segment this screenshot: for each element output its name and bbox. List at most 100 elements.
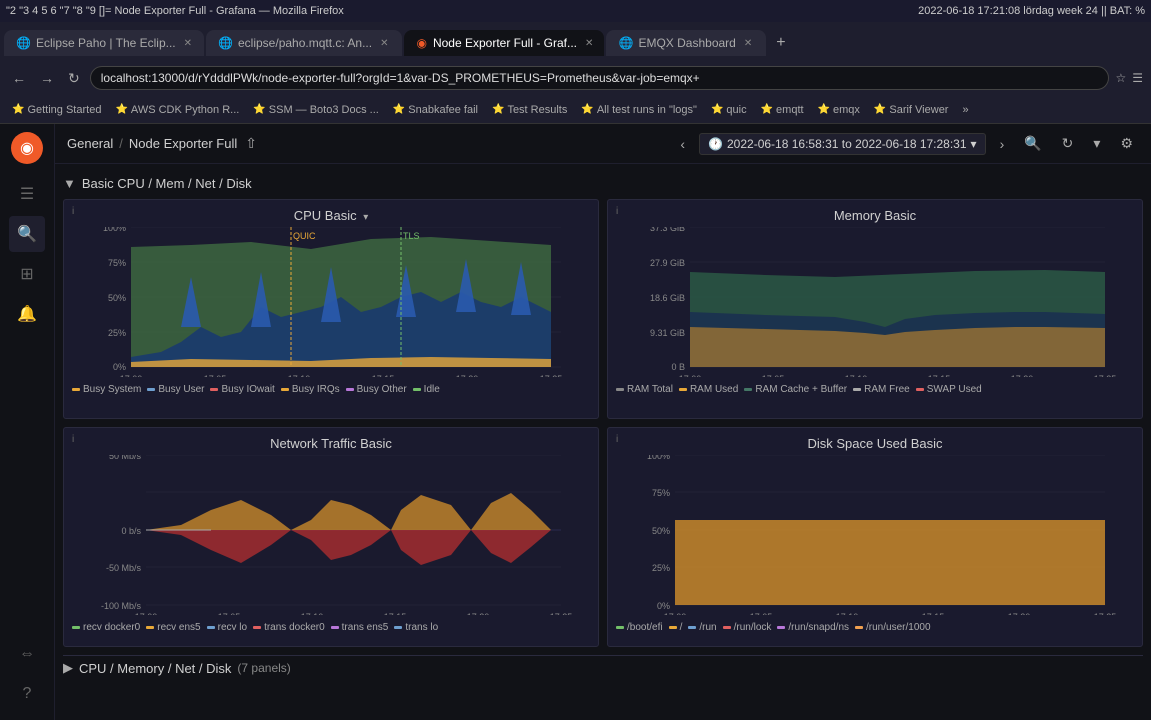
os-bar: "2 "3 4 5 6 "7 "8 "9 []= Node Exporter F… <box>0 0 1151 22</box>
bookmark-quic[interactable]: ⭐ quic <box>705 102 753 118</box>
tab-eclipse-close[interactable]: ✕ <box>182 38 194 49</box>
svg-text:QUIC: QUIC <box>293 231 316 241</box>
nav-prev-button[interactable]: ‹ <box>674 132 691 156</box>
legend-dot-busy-system <box>72 388 80 391</box>
time-range-value: 2022-06-18 16:58:31 to 2022-06-18 17:28:… <box>727 137 967 151</box>
bookmark-icon-9: ⭐ <box>874 104 886 115</box>
tab-emqx[interactable]: 🌐 EMQX Dashboard ✕ <box>606 30 766 56</box>
browser-menu-icon[interactable]: ☰ <box>1132 71 1143 85</box>
svg-text:17:15: 17:15 <box>372 374 395 377</box>
tab-grafana[interactable]: ◉ Node Exporter Full - Graf... ✕ <box>404 30 604 56</box>
bookmark-test-results[interactable]: ⭐ Test Results <box>486 102 573 118</box>
legend-dot-trans-docker0 <box>253 626 261 629</box>
zoom-out-button[interactable]: 🔍 <box>1018 131 1047 156</box>
panel-disk-space: i Disk Space Used Basic 100% 75% <box>607 427 1143 647</box>
section-footer-panels-count: (7 panels) <box>237 661 290 675</box>
legend-swap-used: SWAP Used <box>916 384 982 395</box>
url-input[interactable] <box>90 66 1110 90</box>
panel-cpu-dropdown-icon[interactable]: ▾ <box>363 212 368 223</box>
grafana-main: General / Node Exporter Full ⇧ ‹ 🕐 2022-… <box>55 124 1151 720</box>
bookmark-icon-8: ⭐ <box>818 104 830 115</box>
tab-grafana-label: Node Exporter Full - Graf... <box>433 36 577 50</box>
bookmark-getting-started[interactable]: ⭐ Getting Started <box>6 102 107 118</box>
section-basic-cpu-mem-net-disk[interactable]: ▼ Basic CPU / Mem / Net / Disk <box>63 172 1143 199</box>
svg-text:17:20: 17:20 <box>467 612 490 615</box>
legend-trans-lo: trans lo <box>394 622 438 633</box>
bookmark-emqx[interactable]: ⭐ emqx <box>812 102 866 118</box>
disk-chart-svg: 100% 75% 50% 25% 0% 17:00 17:05 17:10 17… <box>616 455 1134 615</box>
svg-text:50 Mb/s: 50 Mb/s <box>109 455 142 461</box>
sidebar-icon-menu[interactable]: ☰ <box>9 176 45 212</box>
legend-dot-recv-ens5 <box>146 626 154 629</box>
panel-cpu-info-icon[interactable]: i <box>72 206 74 217</box>
legend-trans-ens5: trans ens5 <box>331 622 389 633</box>
panel-memory-info-icon[interactable]: i <box>616 206 618 217</box>
legend-boot-efi: /boot/efi <box>616 622 663 633</box>
bookmark-emqtt[interactable]: ⭐ emqtt <box>755 102 810 118</box>
legend-dot-recv-lo <box>207 626 215 629</box>
disk-chart-area: 100% 75% 50% 25% 0% 17:00 17:05 17:10 17… <box>616 455 1134 618</box>
new-tab-button[interactable]: + <box>768 34 793 52</box>
legend-dot-run <box>688 626 696 629</box>
refresh-button[interactable]: ↻ <box>1056 131 1080 156</box>
bookmark-all-test-runs[interactable]: ⭐ All test runs in "logs" <box>575 102 703 118</box>
svg-text:17:20: 17:20 <box>1008 612 1031 615</box>
svg-text:100%: 100% <box>103 227 126 233</box>
section-cpu-memory-net-disk[interactable]: ▶ CPU / Memory / Net / Disk (7 panels) <box>63 655 1143 680</box>
svg-text:17:05: 17:05 <box>762 374 785 377</box>
legend-dot-ram-used <box>679 388 687 391</box>
bookmarks-more[interactable]: » <box>956 102 974 118</box>
breadcrumb-dashboard-title[interactable]: Node Exporter Full <box>129 136 237 151</box>
grafana-sidebar: ◉ ☰ 🔍 ⊞ 🔔 ⇔ ? <box>0 124 55 720</box>
legend-dot-ram-free <box>853 388 861 391</box>
bookmark-star-icon[interactable]: ☆ <box>1115 71 1126 85</box>
panel-network-info-icon[interactable]: i <box>72 434 74 445</box>
top-nav: General / Node Exporter Full ⇧ ‹ 🕐 2022-… <box>55 124 1151 164</box>
sidebar-icon-expand[interactable]: ⇔ <box>9 636 45 672</box>
tab-eclipse[interactable]: 🌐 Eclipse Paho | The Eclip... ✕ <box>4 30 204 56</box>
tab-paho[interactable]: 🌐 eclipse/paho.mqtt.c: An... ✕ <box>206 30 402 56</box>
legend-trans-docker0: trans docker0 <box>253 622 325 633</box>
bookmark-ssm[interactable]: ⭐ SSM — Boto3 Docs ... <box>247 102 385 118</box>
section-collapse-arrow: ▼ <box>63 176 76 191</box>
bookmark-icon-3: ⭐ <box>393 104 405 115</box>
reload-button[interactable]: ↻ <box>64 70 84 87</box>
bookmark-snabkafee[interactable]: ⭐ Snabkafee fail <box>387 102 484 118</box>
legend-busy-other: Busy Other <box>346 384 407 395</box>
forward-button[interactable]: → <box>36 70 58 86</box>
grafana-logo[interactable]: ◉ <box>11 132 43 164</box>
svg-text:17:00: 17:00 <box>679 374 702 377</box>
url-icons: ☆ ☰ <box>1115 71 1143 85</box>
settings-button[interactable]: ⚙ <box>1114 131 1139 156</box>
breadcrumb-general[interactable]: General <box>67 136 113 151</box>
legend-dot-recv-docker0 <box>72 626 80 629</box>
tab-emqx-close[interactable]: ✕ <box>742 38 754 49</box>
tab-grafana-close[interactable]: ✕ <box>583 38 595 49</box>
nav-next-button[interactable]: › <box>994 132 1011 156</box>
refresh-interval-button[interactable]: ▾ <box>1087 131 1106 156</box>
sidebar-icon-help[interactable]: ? <box>9 676 45 712</box>
svg-text:17:20: 17:20 <box>456 374 479 377</box>
back-button[interactable]: ← <box>8 70 30 86</box>
svg-text:17:00: 17:00 <box>664 612 687 615</box>
svg-text:0%: 0% <box>657 601 670 611</box>
svg-text:17:15: 17:15 <box>922 612 945 615</box>
legend-dot-trans-lo <box>394 626 402 629</box>
legend-ram-cache: RAM Cache + Buffer <box>744 384 847 395</box>
bookmark-sarif-viewer[interactable]: ⭐ Sarif Viewer <box>868 102 955 118</box>
sidebar-icon-dashboards[interactable]: ⊞ <box>9 256 45 292</box>
panel-disk-info-icon[interactable]: i <box>616 434 618 445</box>
sidebar-icon-alerting[interactable]: 🔔 <box>9 296 45 332</box>
sidebar-icon-search[interactable]: 🔍 <box>9 216 45 252</box>
bookmark-icon-2: ⭐ <box>253 104 265 115</box>
legend-run: /run <box>688 622 716 633</box>
share-icon[interactable]: ⇧ <box>245 135 257 152</box>
tab-paho-close[interactable]: ✕ <box>378 38 390 49</box>
legend-idle: Idle <box>413 384 440 395</box>
url-bar: ← → ↻ ☆ ☰ <box>0 60 1151 96</box>
svg-text:17:25: 17:25 <box>550 612 573 615</box>
legend-dot-run-snapd-ns <box>777 626 785 629</box>
bookmark-aws-cdk[interactable]: ⭐ AWS CDK Python R... <box>109 102 245 118</box>
time-range-picker[interactable]: 🕐 2022-06-18 16:58:31 to 2022-06-18 17:2… <box>699 133 986 155</box>
panel-network-title: Network Traffic Basic <box>72 436 590 451</box>
